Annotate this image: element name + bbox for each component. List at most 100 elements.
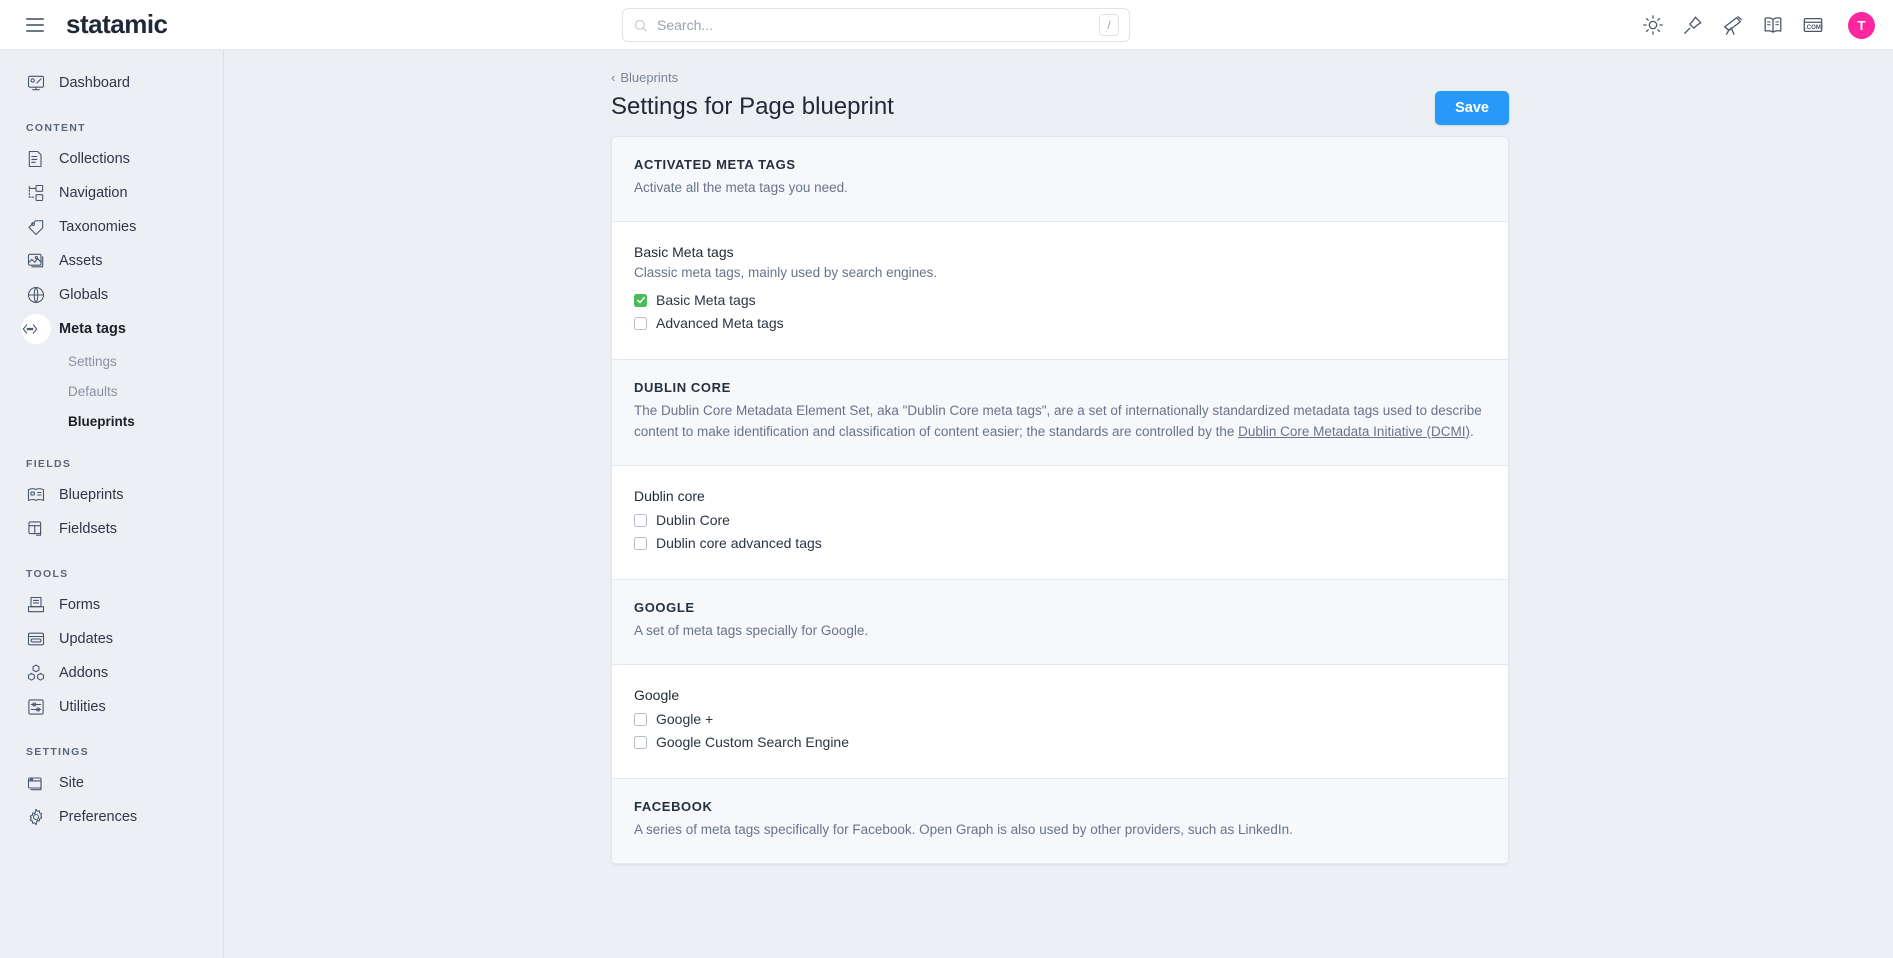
utilities-icon-wrap	[26, 697, 59, 717]
sidebar-item-forms[interactable]: Forms	[0, 588, 223, 622]
checkbox-row-advanced-meta-tags[interactable]: Advanced Meta tags	[634, 312, 1486, 335]
sidebar-item-taxonomies[interactable]: Taxonomies	[0, 210, 223, 244]
chevron-left-icon: ‹	[611, 70, 615, 85]
checkbox-icon[interactable]	[634, 317, 647, 330]
sidebar-item-dashboard[interactable]: Dashboard	[0, 66, 223, 100]
updates-icon	[26, 629, 46, 649]
section-body-dublin-core: Dublin coreDublin CoreDublin core advanc…	[612, 466, 1508, 580]
preferences-icon	[26, 807, 46, 827]
top-bar-icons: .COM T	[1642, 0, 1875, 50]
checkbox-row-google-custom-search-engine[interactable]: Google Custom Search Engine	[634, 731, 1486, 754]
checkbox-icon[interactable]	[634, 736, 647, 749]
blueprints-icon-wrap	[26, 485, 59, 505]
breadcrumb[interactable]: ‹ Blueprints	[611, 70, 894, 85]
sidebar-item-label: Globals	[59, 287, 108, 303]
checkbox-row-dublin-core[interactable]: Dublin Core	[634, 509, 1486, 532]
updates-icon-wrap	[26, 629, 59, 649]
site-icon-wrap	[26, 773, 59, 793]
collections-icon-wrap	[26, 149, 59, 169]
taxonomies-icon	[26, 217, 46, 237]
checkbox-icon[interactable]	[634, 514, 647, 527]
search-input[interactable]	[657, 17, 1099, 33]
sidebar-group-label-fields: FIELDS	[0, 458, 223, 470]
dashboard-icon-wrap	[26, 73, 59, 93]
sidebar-item-label: Meta tags	[59, 321, 126, 337]
sidebar-group-label-settings: SETTINGS	[0, 746, 223, 758]
sidebar-item-label: Dashboard	[59, 75, 130, 91]
addons-icon	[26, 663, 46, 683]
sidebar-subitem-blueprints[interactable]: Blueprints	[0, 406, 223, 436]
sidebar-item-label: Utilities	[59, 699, 106, 715]
checkbox-row-basic-meta-tags[interactable]: Basic Meta tags	[634, 289, 1486, 312]
sidebar-item-assets[interactable]: Assets	[0, 244, 223, 278]
sidebar-item-label: Site	[59, 775, 84, 791]
collections-icon	[26, 149, 46, 169]
checkbox-icon[interactable]	[634, 713, 647, 726]
sidebar-item-globals[interactable]: Globals	[0, 278, 223, 312]
sidebar-subitem-defaults[interactable]: Defaults	[0, 376, 223, 406]
book-icon[interactable]	[1762, 14, 1784, 36]
sun-icon[interactable]	[1642, 14, 1664, 36]
main-content: ‹ Blueprints Settings for Page blueprint…	[225, 50, 1893, 958]
section-header-activated-meta-tags: ACTIVATED META TAGSActivate all the meta…	[612, 137, 1508, 222]
field-label: Basic Meta tags	[634, 244, 1486, 260]
pin-icon[interactable]	[1682, 14, 1704, 36]
sidebar-item-label: Forms	[59, 597, 100, 613]
globals-icon-wrap	[26, 285, 59, 305]
sidebar-item-blueprints[interactable]: Blueprints	[0, 478, 223, 512]
sidebar-item-collections[interactable]: Collections	[0, 142, 223, 176]
sidebar-item-navigation[interactable]: Navigation	[0, 176, 223, 210]
brand-logo[interactable]: statamic	[66, 9, 168, 40]
checkbox-checked-icon[interactable]	[634, 294, 647, 307]
svg-text:.COM: .COM	[1805, 25, 1821, 31]
search-shortcut-key: /	[1099, 14, 1119, 36]
sidebar-item-site[interactable]: Site	[0, 766, 223, 800]
preferences-icon-wrap	[26, 807, 59, 827]
section-title: DUBLIN CORE	[634, 380, 1486, 395]
sidebar-item-label: Updates	[59, 631, 113, 647]
search-container: /	[622, 8, 1130, 42]
section-description-link[interactable]: Dublin Core Metadata Initiative (DCMI)	[1238, 424, 1470, 439]
navigation-icon-wrap	[26, 183, 59, 203]
save-button[interactable]: Save	[1435, 91, 1509, 125]
checkbox-row-google[interactable]: Google +	[634, 708, 1486, 731]
meta-tags-icon-wrap	[21, 314, 51, 344]
navigation-icon	[26, 183, 46, 203]
avatar[interactable]: T	[1848, 12, 1875, 39]
sidebar-subitem-settings[interactable]: Settings	[0, 346, 223, 376]
section-header-google: GOOGLEA set of meta tags specially for G…	[612, 580, 1508, 665]
page-header: ‹ Blueprints Settings for Page blueprint…	[611, 70, 1509, 125]
sidebar-item-label: Fieldsets	[59, 521, 117, 537]
sidebar-group-label-content: CONTENT	[0, 122, 223, 134]
meta-tags-icon	[20, 319, 40, 339]
sidebar-item-label: Assets	[59, 253, 103, 269]
field-description: Classic meta tags, mainly used by search…	[634, 265, 1486, 280]
sidebar-item-fieldsets[interactable]: Fieldsets	[0, 512, 223, 546]
hamburger-icon[interactable]	[26, 14, 48, 36]
search-box[interactable]: /	[622, 8, 1130, 42]
top-bar: statamic /	[0, 0, 1893, 50]
checkbox-icon[interactable]	[634, 537, 647, 550]
checkbox-label: Google +	[656, 711, 713, 727]
sidebar-item-label: Blueprints	[59, 487, 123, 503]
checkbox-label: Google Custom Search Engine	[656, 734, 849, 750]
fieldsets-icon	[26, 519, 46, 539]
sidebar-item-updates[interactable]: Updates	[0, 622, 223, 656]
checkbox-row-dublin-core-advanced-tags[interactable]: Dublin core advanced tags	[634, 532, 1486, 555]
checkbox-label: Basic Meta tags	[656, 292, 756, 308]
section-header-facebook: FACEBOOKA series of meta tags specifical…	[612, 779, 1508, 864]
utilities-icon	[26, 697, 46, 717]
sidebar-item-preferences[interactable]: Preferences	[0, 800, 223, 834]
sidebar-item-utilities[interactable]: Utilities	[0, 690, 223, 724]
sidebar-item-addons[interactable]: Addons	[0, 656, 223, 690]
section-description: A set of meta tags specially for Google.	[634, 621, 1486, 642]
addons-icon-wrap	[26, 663, 59, 683]
checkbox-label: Dublin core advanced tags	[656, 535, 822, 551]
sidebar-item-label: Preferences	[59, 809, 137, 825]
section-description: The Dublin Core Metadata Element Set, ak…	[634, 401, 1486, 443]
telescope-icon[interactable]	[1722, 14, 1744, 36]
section-header-dublin-core: DUBLIN CORE The Dublin Core Metadata Elem…	[612, 360, 1508, 466]
blueprints-icon	[26, 485, 46, 505]
sidebar-item-meta-tags[interactable]: Meta tags	[0, 312, 223, 346]
dotcom-icon[interactable]: .COM	[1802, 14, 1824, 36]
